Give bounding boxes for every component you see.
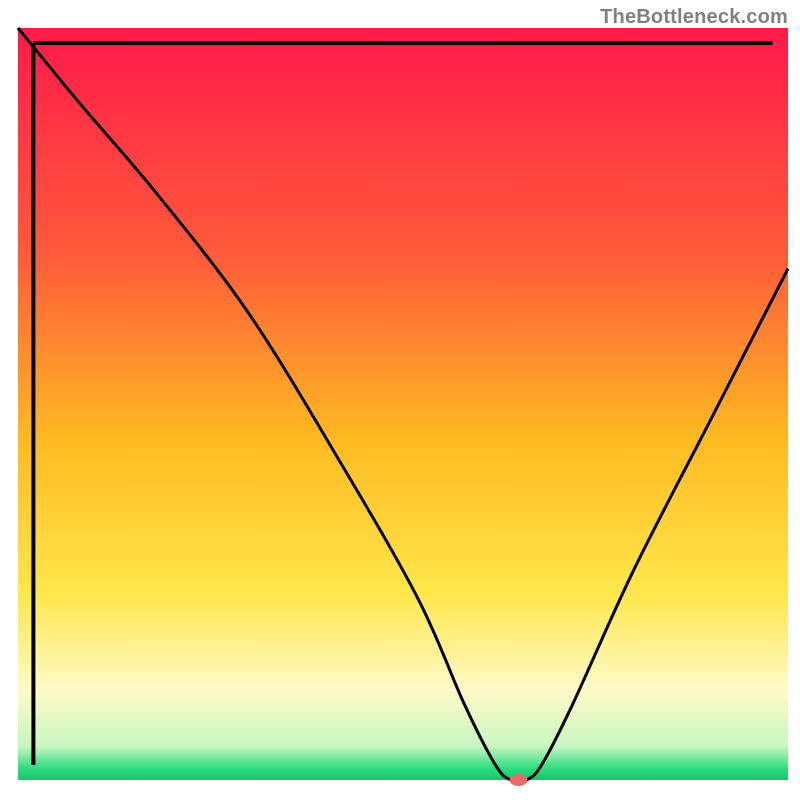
optimal-marker [510, 774, 528, 786]
bottleneck-chart [0, 0, 800, 800]
watermark-text: TheBottleneck.com [600, 6, 788, 29]
chart-background [18, 28, 788, 780]
